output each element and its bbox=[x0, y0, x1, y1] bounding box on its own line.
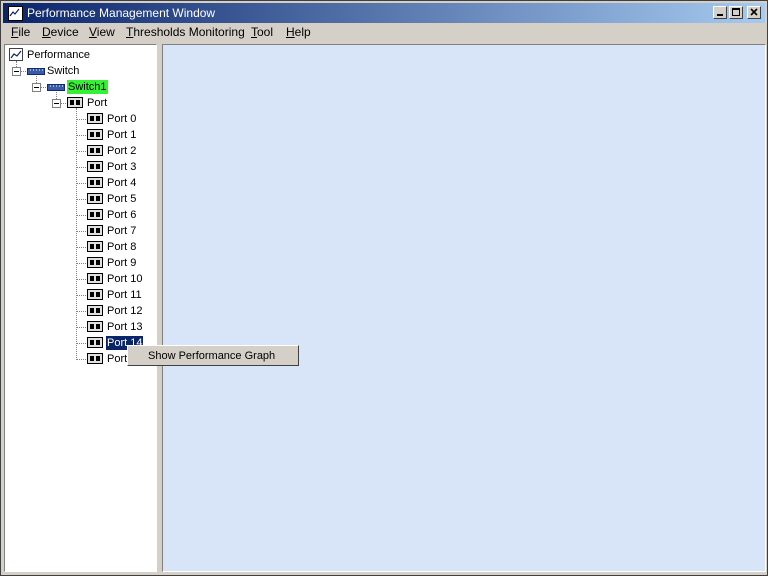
tree-connector bbox=[76, 295, 86, 296]
menu-file[interactable]: File bbox=[11, 25, 30, 39]
graph-area bbox=[162, 44, 766, 572]
tree-node-port[interactable]: Port 2 bbox=[106, 144, 137, 158]
switch-icon bbox=[27, 66, 45, 80]
menu-bar: File Device View Thresholds Monitoring T… bbox=[3, 24, 765, 41]
tree-connector bbox=[76, 135, 86, 136]
tree-node-port[interactable]: Port 1 bbox=[106, 128, 137, 142]
tree-node-port[interactable]: Port 0 bbox=[106, 112, 137, 126]
tree-connector bbox=[76, 151, 86, 152]
context-menu: Show Performance Graph bbox=[127, 345, 299, 366]
port-icon bbox=[87, 353, 103, 367]
tree-connector bbox=[76, 327, 86, 328]
port-icon bbox=[87, 145, 103, 159]
tree-connector bbox=[76, 343, 86, 344]
tree-connector bbox=[76, 215, 86, 216]
port-icon bbox=[87, 177, 103, 191]
tree-node-port[interactable]: Port 9 bbox=[106, 256, 137, 270]
tree-connector bbox=[76, 108, 77, 358]
tree-node-port[interactable]: Port 10 bbox=[106, 272, 143, 286]
close-button[interactable] bbox=[747, 6, 761, 19]
port-icon bbox=[87, 225, 103, 239]
minimize-button[interactable] bbox=[713, 6, 727, 19]
tree-root-performance[interactable]: Performance bbox=[26, 48, 91, 62]
port-icon bbox=[87, 241, 103, 255]
tree-panel[interactable]: Performance Switch Switch1 Port Port 0 Po… bbox=[4, 44, 157, 572]
tree-node-switch[interactable]: Switch bbox=[46, 64, 80, 78]
port-icon bbox=[87, 321, 103, 335]
menu-tool[interactable]: Tool bbox=[251, 25, 273, 39]
tree-node-port[interactable]: Port bbox=[106, 352, 128, 366]
maximize-button[interactable] bbox=[729, 6, 743, 19]
tree-connector bbox=[76, 167, 86, 168]
tree-connector bbox=[76, 119, 86, 120]
app-window: Performance Management Window File Devic… bbox=[0, 0, 768, 576]
tree-node-port[interactable]: Port 3 bbox=[106, 160, 137, 174]
tree-connector bbox=[41, 87, 46, 88]
port-icon bbox=[87, 273, 103, 287]
port-icon bbox=[87, 193, 103, 207]
tree-connector bbox=[76, 199, 86, 200]
port-icon bbox=[87, 289, 103, 303]
switch-icon bbox=[47, 82, 65, 96]
collapse-toggle-switch[interactable] bbox=[12, 67, 21, 76]
tree-connector bbox=[76, 247, 86, 248]
port-icon bbox=[87, 161, 103, 175]
port-icon bbox=[87, 257, 103, 271]
maximize-icon bbox=[732, 8, 740, 16]
port-icon bbox=[87, 305, 103, 319]
title-bar[interactable]: Performance Management Window bbox=[3, 3, 765, 23]
tree-node-port[interactable]: Port 12 bbox=[106, 304, 143, 318]
tree-node-port[interactable]: Port 13 bbox=[106, 320, 143, 334]
tree-node-port[interactable]: Port 6 bbox=[106, 208, 137, 222]
close-icon bbox=[750, 8, 758, 16]
tree-connector bbox=[76, 311, 86, 312]
tree-connector bbox=[61, 103, 66, 104]
port-icon bbox=[87, 129, 103, 143]
menu-thresholds-monitoring[interactable]: Thresholds Monitoring bbox=[126, 25, 245, 39]
tree-connector bbox=[76, 359, 86, 360]
tree-connector bbox=[21, 71, 26, 72]
minimize-icon bbox=[717, 14, 723, 16]
tree-node-port[interactable]: Port 11 bbox=[106, 288, 143, 302]
chart-icon bbox=[8, 6, 23, 21]
window-title: Performance Management Window bbox=[27, 6, 216, 20]
tree-node-switch1[interactable]: Switch1 bbox=[67, 80, 108, 94]
port-icon bbox=[87, 113, 103, 127]
tree-connector bbox=[76, 263, 86, 264]
collapse-toggle-port[interactable] bbox=[52, 99, 61, 108]
tree-node-port[interactable]: Port 8 bbox=[106, 240, 137, 254]
tree-node-port-group[interactable]: Port bbox=[86, 96, 108, 110]
collapse-toggle-switch1[interactable] bbox=[32, 83, 41, 92]
port-icon bbox=[87, 337, 103, 351]
menu-view[interactable]: View bbox=[89, 25, 115, 39]
port-icon bbox=[87, 209, 103, 223]
tree-connector bbox=[76, 279, 86, 280]
pane-splitter[interactable] bbox=[158, 44, 161, 572]
menu-help[interactable]: Help bbox=[286, 25, 311, 39]
tree-node-port[interactable]: Port 5 bbox=[106, 192, 137, 206]
menu-device[interactable]: Device bbox=[42, 25, 79, 39]
tree-node-port[interactable]: Port 7 bbox=[106, 224, 137, 238]
tree-node-port[interactable]: Port 4 bbox=[106, 176, 137, 190]
port-icon bbox=[67, 97, 83, 111]
tree-connector bbox=[76, 183, 86, 184]
tree-connector bbox=[76, 231, 86, 232]
show-performance-graph-item[interactable]: Show Performance Graph bbox=[148, 350, 275, 362]
